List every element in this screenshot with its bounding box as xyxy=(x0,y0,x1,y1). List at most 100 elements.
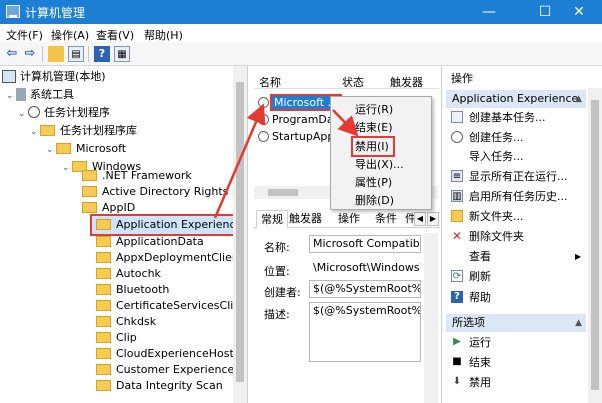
clock-icon xyxy=(28,106,40,118)
close-button[interactable]: ✕ xyxy=(556,0,602,24)
tree-label: AppxDeploymentClient xyxy=(116,251,244,264)
navigation-tree: 计算机管理(本地) ⌄ 系统工具 ⌄ 任务计划程序 ⌄ 任务计划程序库 ⌄ Micros… xyxy=(0,66,248,403)
tab-general[interactable]: 常规 xyxy=(256,210,288,228)
tree-label: .NET Framework xyxy=(102,169,192,182)
task-clock-icon xyxy=(258,113,269,125)
menu-run[interactable]: 运行(R) xyxy=(355,101,393,118)
folder-icon xyxy=(96,251,111,263)
tree-root[interactable]: 计算机管理(本地) xyxy=(2,68,106,86)
actions-section-selected-item[interactable]: 所选项 ▲ xyxy=(446,314,586,332)
tree-label: 任务计划程序库 xyxy=(60,124,137,137)
chevron-down-icon[interactable]: ⌄ xyxy=(30,123,40,141)
tree-system-tools[interactable]: ⌄ 系统工具 xyxy=(6,86,74,104)
action-end[interactable]: ■ 结束 xyxy=(451,354,491,372)
menu-properties[interactable]: 属性(P) xyxy=(355,174,392,191)
menu-help[interactable]: 帮助(H) xyxy=(144,27,183,43)
up-folder-icon[interactable] xyxy=(48,46,64,62)
tree-task-scheduler[interactable]: ⌄ 任务计划程序 xyxy=(18,104,110,122)
detail-vscrollbar[interactable] xyxy=(424,233,438,403)
actions-section-application-experience[interactable]: Application Experience ▲ xyxy=(446,90,586,108)
scrollbar-thumb[interactable] xyxy=(236,82,244,382)
tab-conditions[interactable]: 条件 xyxy=(371,210,401,228)
help-icon[interactable]: ? xyxy=(94,46,110,62)
action-refresh[interactable]: ⟳ 刷新 xyxy=(451,268,491,286)
action-view[interactable]: 查看 ▶ xyxy=(451,248,581,266)
tab-scroll-right-icon[interactable]: ▶ xyxy=(427,212,439,226)
actions-header: 操作 xyxy=(451,72,473,85)
tree-label: Application Experience xyxy=(116,218,243,231)
show-action-pane-icon[interactable]: ▦ xyxy=(114,46,130,62)
task-clock-icon xyxy=(258,96,269,108)
back-arrow-icon[interactable]: ⇦ xyxy=(4,46,20,62)
action-show-running[interactable]: ≡ 显示所有正在运行... xyxy=(451,168,568,186)
collapse-up-icon[interactable]: ▲ xyxy=(575,314,582,332)
menu-view[interactable]: 查看(V) xyxy=(96,27,134,43)
tree-item[interactable]: AppID xyxy=(82,199,135,217)
menu-delete[interactable]: 删除(D) xyxy=(355,192,394,209)
action-label: 刷新 xyxy=(469,270,491,283)
tree-label: Data Integrity Scan xyxy=(116,379,223,392)
list-icon: ≡ xyxy=(451,170,463,182)
description-field[interactable]: $(@%SystemRoot%\sy xyxy=(309,302,421,362)
chevron-down-icon[interactable]: ⌄ xyxy=(6,87,16,105)
tree-label: Clip xyxy=(116,331,137,344)
column-header-name[interactable]: 名称 xyxy=(259,74,281,92)
chevron-down-icon[interactable]: ⌄ xyxy=(46,141,56,159)
chevron-down-icon[interactable]: ⌄ xyxy=(62,159,72,177)
folder-icon xyxy=(96,218,111,230)
menu-end[interactable]: 结束(E) xyxy=(355,119,393,136)
folder-icon xyxy=(96,235,111,247)
action-delete-folder[interactable]: ✕ 删除文件夹 xyxy=(451,228,524,246)
tree-task-library[interactable]: ⌄ 任务计划程序库 xyxy=(30,122,137,140)
tree-label: Chkdsk xyxy=(116,315,157,328)
show-hide-tree-icon[interactable]: ▤ xyxy=(68,46,84,62)
action-run[interactable]: ▶ 运行 xyxy=(451,334,491,352)
tree-item[interactable]: Data Integrity Scan xyxy=(96,377,223,395)
action-new-folder[interactable]: 新文件夹... xyxy=(451,208,524,226)
action-create-task[interactable]: 创建任务... xyxy=(451,129,524,147)
task-row-selected[interactable]: Microsoft ... xyxy=(258,94,343,111)
menu-disable[interactable]: 禁用(I) xyxy=(351,136,395,157)
action-help[interactable]: ? 帮助 xyxy=(451,289,491,307)
tab-scroll-left-icon[interactable]: ◀ xyxy=(414,212,426,226)
tree-label: ApplicationData xyxy=(116,235,204,248)
stop-icon: ■ xyxy=(452,356,462,367)
actions-scrollbar[interactable] xyxy=(588,88,602,403)
column-header-trigger[interactable]: 触发器 xyxy=(390,74,423,92)
scrollbar-thumb[interactable] xyxy=(268,189,298,196)
tree-label: 系统工具 xyxy=(30,88,74,101)
action-create-basic-task[interactable]: 创建基本任务... xyxy=(451,109,546,127)
folder-icon xyxy=(96,363,111,375)
chevron-down-icon[interactable]: ⌄ xyxy=(18,105,28,123)
tree-scrollbar[interactable] xyxy=(233,66,247,403)
tab-triggers[interactable]: 触发器 xyxy=(285,210,326,228)
tab-actions[interactable]: 操作 xyxy=(334,210,364,228)
author-field[interactable]: $(@%SystemRoot%\sy xyxy=(309,280,421,298)
folder-icon xyxy=(96,347,111,359)
tree-root-label: 计算机管理(本地) xyxy=(20,70,106,83)
title-bar: 计算机管理 — ☐ ✕ xyxy=(0,0,602,24)
action-enable-history[interactable]: ▥ 启用所有任务历史... xyxy=(451,188,568,206)
detail-tabs: 常规 触发器 操作 条件 件 ◀ ▶ xyxy=(254,210,440,228)
author-label: 创建者: xyxy=(264,286,301,299)
tree-item-application-experience[interactable]: Application Experience xyxy=(89,214,247,236)
action-disable[interactable]: ⬇ 禁用 xyxy=(451,374,491,392)
name-field[interactable]: Microsoft Compatibilit xyxy=(309,235,421,253)
collapse-up-icon[interactable]: ▲ xyxy=(575,90,582,108)
menu-action[interactable]: 操作(A) xyxy=(51,27,89,43)
action-label: 帮助 xyxy=(469,291,491,304)
tree-label: CloudExperienceHost xyxy=(116,347,234,360)
tree-microsoft[interactable]: ⌄ Microsoft xyxy=(46,140,126,158)
column-header-status[interactable]: 状态 xyxy=(342,74,364,92)
action-label: 创建基本任务... xyxy=(469,111,546,124)
forward-arrow-icon[interactable]: ⇨ xyxy=(22,46,38,62)
tree-label: Microsoft xyxy=(76,142,127,155)
menu-export[interactable]: 导出(X)... xyxy=(355,156,404,173)
scrollbar-thumb[interactable] xyxy=(591,100,599,390)
minimize-button[interactable]: — xyxy=(466,0,512,24)
menu-file[interactable]: 文件(F) xyxy=(6,27,43,43)
action-import-task[interactable]: 导入任务... xyxy=(451,148,524,166)
action-label: 禁用 xyxy=(469,376,491,389)
section-title: 所选项 xyxy=(452,316,485,329)
folder-icon xyxy=(96,379,111,391)
